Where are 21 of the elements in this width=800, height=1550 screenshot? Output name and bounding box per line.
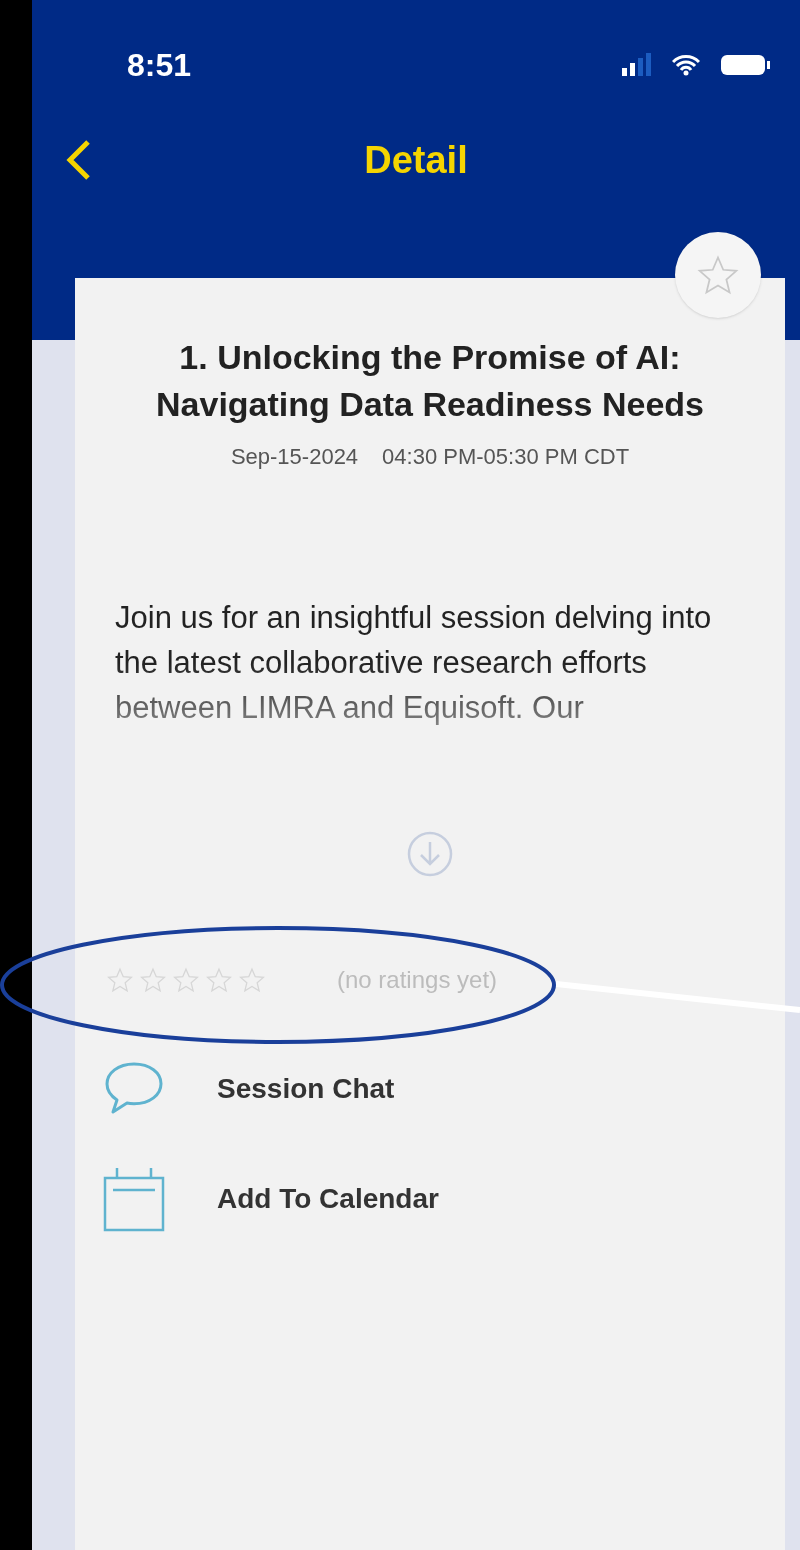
signal-icon	[622, 53, 652, 77]
back-chevron-icon	[64, 138, 92, 182]
session-title: 1. Unlocking the Promise of AI: Navigating Data Readiness Needs	[155, 337, 705, 425]
star-icon	[697, 254, 739, 296]
status-time: 8:51	[127, 46, 192, 85]
action-item[interactable]: Add To Calendar	[103, 1166, 745, 1232]
rating-star-icon[interactable]	[107, 967, 133, 993]
calendar-icon	[103, 1166, 165, 1232]
screen-title: Detail	[364, 137, 468, 183]
rating-star-icon[interactable]	[239, 967, 265, 993]
rating-star-icon[interactable]	[173, 967, 199, 993]
session-time: 04:30 PM-05:30 PM CDT	[382, 443, 630, 471]
rating-star-icon[interactable]	[206, 967, 232, 993]
expand-button[interactable]	[406, 830, 454, 878]
wifi-icon	[672, 54, 700, 76]
session-date: Sep-15-2024	[230, 443, 359, 471]
rating-star-icon[interactable]	[140, 967, 166, 993]
down-arrow-circle-icon	[406, 830, 454, 878]
back-button[interactable]	[64, 138, 92, 182]
battery-icon	[720, 53, 772, 77]
action-item[interactable]: Session Chat	[103, 1060, 745, 1118]
